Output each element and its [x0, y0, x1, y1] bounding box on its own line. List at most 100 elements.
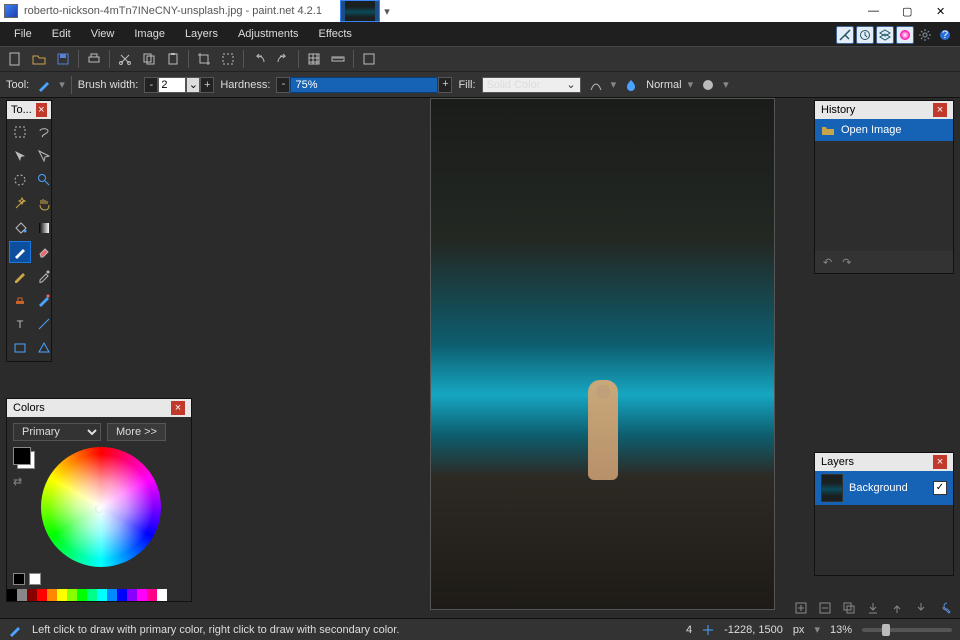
palette-swatch[interactable]	[17, 589, 27, 601]
gradient-tool[interactable]	[33, 217, 55, 239]
document-tab[interactable]	[340, 0, 380, 22]
duplicate-layer-icon[interactable]	[840, 599, 858, 617]
palette-swatch[interactable]	[147, 589, 157, 601]
palette-swatch[interactable]	[47, 589, 57, 601]
colors-toggle-icon[interactable]	[896, 26, 914, 44]
brush-width-inc[interactable]: +	[200, 77, 214, 93]
palette-swatch[interactable]	[67, 589, 77, 601]
swap-colors-icon[interactable]: ⇄	[13, 475, 27, 485]
lasso-tool[interactable]	[33, 121, 55, 143]
palette-swatch[interactable]	[57, 589, 67, 601]
menu-image[interactable]: Image	[124, 24, 175, 44]
palette-swatch[interactable]	[127, 589, 137, 601]
copy-icon[interactable]	[140, 50, 158, 68]
crop-icon[interactable]	[195, 50, 213, 68]
ruler-icon[interactable]	[329, 50, 347, 68]
eraser-tool[interactable]	[33, 241, 55, 263]
hardness-input[interactable]	[290, 77, 438, 93]
hardness-dec[interactable]: -	[276, 77, 290, 93]
delete-layer-icon[interactable]	[816, 599, 834, 617]
blend-icon[interactable]	[622, 76, 640, 94]
brush-width-caret[interactable]: ⌄	[186, 77, 200, 93]
new-icon[interactable]	[6, 50, 24, 68]
close-button[interactable]: ✕	[936, 5, 948, 17]
layers-panel-title[interactable]: Layers ×	[815, 453, 953, 471]
recolor-tool[interactable]	[33, 289, 55, 311]
menu-adjustments[interactable]: Adjustments	[228, 24, 309, 44]
help-icon[interactable]: ?	[936, 26, 954, 44]
overwrite-icon[interactable]	[699, 76, 717, 94]
palette-swatch[interactable]	[77, 589, 87, 601]
history-toggle-icon[interactable]	[856, 26, 874, 44]
tools-toggle-icon[interactable]	[836, 26, 854, 44]
move-layer-up-icon[interactable]	[888, 599, 906, 617]
document-tab-dropdown[interactable]: ▾	[380, 0, 394, 22]
layers-toggle-icon[interactable]	[876, 26, 894, 44]
add-color-icon[interactable]	[13, 573, 25, 585]
menu-effects[interactable]: Effects	[309, 24, 362, 44]
history-undo-icon[interactable]: ↶	[823, 256, 832, 269]
paint-bucket-tool[interactable]	[9, 217, 31, 239]
magic-wand-tool[interactable]	[9, 193, 31, 215]
color-picker-tool[interactable]	[33, 265, 55, 287]
menu-file[interactable]: File	[4, 24, 42, 44]
colors-panel-close-icon[interactable]: ×	[171, 401, 185, 415]
grid-icon[interactable]	[305, 50, 323, 68]
open-icon[interactable]	[30, 50, 48, 68]
palette-swatch[interactable]	[7, 589, 17, 601]
settings-icon[interactable]	[916, 26, 934, 44]
print-icon[interactable]	[85, 50, 103, 68]
palette-strip[interactable]	[7, 589, 191, 601]
palette-swatch[interactable]	[137, 589, 147, 601]
color-selector-dropdown[interactable]: Primary	[13, 423, 101, 441]
clone-stamp-tool[interactable]	[9, 289, 31, 311]
palette-swatch[interactable]	[157, 589, 167, 601]
tools-panel-title[interactable]: To... ×	[7, 101, 51, 119]
antialias-icon[interactable]	[587, 76, 605, 94]
undo-icon[interactable]	[250, 50, 268, 68]
maximize-button[interactable]: ▢	[902, 5, 914, 17]
canvas-image[interactable]	[430, 98, 775, 610]
hardness-inc[interactable]: +	[438, 77, 452, 93]
color-wheel[interactable]	[41, 447, 161, 567]
pan-tool[interactable]	[33, 193, 55, 215]
menu-view[interactable]: View	[81, 24, 125, 44]
save-icon[interactable]	[54, 50, 72, 68]
palette-swatch[interactable]	[117, 589, 127, 601]
move-layer-down-icon[interactable]	[912, 599, 930, 617]
menu-edit[interactable]: Edit	[42, 24, 81, 44]
minimize-button[interactable]: —	[868, 5, 880, 17]
primary-color-swatch[interactable]	[13, 447, 31, 465]
palette-swatch[interactable]	[107, 589, 117, 601]
text-tool[interactable]: T	[9, 313, 31, 335]
brush-width-input[interactable]	[158, 77, 186, 93]
pencil-tool[interactable]	[9, 265, 31, 287]
cut-icon[interactable]	[116, 50, 134, 68]
palette-swatch[interactable]	[87, 589, 97, 601]
palette-swatch[interactable]	[37, 589, 47, 601]
redo-icon[interactable]	[274, 50, 292, 68]
paintbrush-tool[interactable]	[9, 241, 31, 263]
brush-width-dec[interactable]: -	[144, 77, 158, 93]
layer-item[interactable]: Background ✓	[815, 471, 953, 505]
move-tool[interactable]	[9, 145, 31, 167]
paste-icon[interactable]	[164, 50, 182, 68]
colors-panel-title[interactable]: Colors ×	[7, 399, 191, 417]
layer-properties-icon[interactable]	[936, 599, 954, 617]
history-panel-close-icon[interactable]: ×	[933, 103, 947, 117]
zoom-slider[interactable]	[862, 628, 952, 632]
layers-panel-close-icon[interactable]: ×	[933, 455, 947, 469]
fill-dropdown[interactable]: Solid Color ⌄	[482, 77, 581, 93]
history-item[interactable]: Open Image	[815, 119, 953, 141]
zoom-tool[interactable]	[33, 169, 55, 191]
colors-more-button[interactable]: More >>	[107, 423, 166, 441]
move-selection-tool[interactable]	[33, 145, 55, 167]
palette-swatch[interactable]	[97, 589, 107, 601]
merge-down-icon[interactable]	[864, 599, 882, 617]
layer-visibility-checkbox[interactable]: ✓	[933, 481, 947, 495]
manage-palette-icon[interactable]	[29, 573, 41, 585]
line-tool[interactable]	[33, 313, 55, 335]
deselect-icon[interactable]	[219, 50, 237, 68]
shapes-tool[interactable]	[33, 337, 55, 359]
ellipse-select-tool[interactable]	[9, 169, 31, 191]
